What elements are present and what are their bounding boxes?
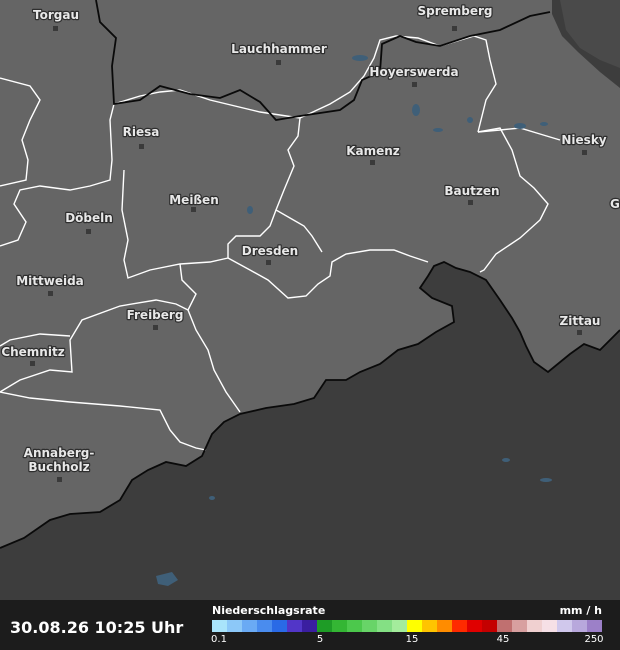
legend-tick-15: 15 (405, 634, 419, 645)
city-label-niesky: Niesky (561, 133, 606, 147)
legend-swatch (557, 620, 572, 632)
city-label-riesa: Riesa (123, 125, 160, 139)
legend-swatch (407, 620, 422, 632)
city-label-bautzen: Bautzen (444, 184, 499, 198)
city-label-zittau: Zittau (560, 314, 601, 328)
city-label-mittweida: Mittweida (16, 274, 84, 288)
legend-swatch (452, 620, 467, 632)
legend-swatch (362, 620, 377, 632)
legend-tick-5: 5 (316, 634, 324, 645)
city-label-chemnitz: Chemnitz (1, 345, 64, 359)
footer-bar: 30.08.26 10:25 Uhr Niederschlagsrate mm … (0, 600, 620, 650)
legend-tick-0-1: 0.1 (211, 634, 227, 645)
legend-swatch (257, 620, 272, 632)
legend-swatch (482, 620, 497, 632)
legend-swatch (512, 620, 527, 632)
city-label-goerlitz-partial: G (610, 197, 620, 211)
legend-swatch (527, 620, 542, 632)
city-label-lauchhammer: Lauchhammer (231, 42, 327, 56)
legend-swatch (392, 620, 407, 632)
legend-swatch (347, 620, 362, 632)
city-label-freiberg: Freiberg (127, 308, 184, 322)
city-label-dresden: Dresden (242, 244, 298, 258)
city-label-kamenz: Kamenz (346, 144, 400, 158)
legend-swatch (302, 620, 317, 632)
legend-color-scale (212, 620, 602, 632)
legend-swatch (212, 620, 227, 632)
legend-swatch (332, 620, 347, 632)
city-label-doebeln: Döbeln (65, 211, 113, 225)
city-label-spremberg: Spremberg (417, 4, 492, 18)
legend-swatch (227, 620, 242, 632)
precipitation-map: Torgau Spremberg Lauchhammer Hoyerswerda… (0, 0, 620, 600)
legend-swatch (467, 620, 482, 632)
city-label-hoyerswerda: Hoyerswerda (369, 65, 458, 79)
legend-swatch (287, 620, 302, 632)
city-label-annaberg: Annaberg- (24, 446, 95, 460)
legend-swatch (317, 620, 332, 632)
city-label-torgau: Torgau (33, 8, 79, 22)
legend-unit: mm / h (559, 604, 602, 617)
legend-swatch (437, 620, 452, 632)
legend-tick-250: 250 (584, 634, 604, 645)
legend-swatch (587, 620, 602, 632)
legend-swatch (542, 620, 557, 632)
legend-tick-45: 45 (496, 634, 510, 645)
legend-title: Niederschlagsrate (212, 604, 326, 617)
legend-swatch (497, 620, 512, 632)
legend-swatch (572, 620, 587, 632)
legend-swatch (422, 620, 437, 632)
city-label-meissen: Meißen (169, 193, 219, 207)
timestamp: 30.08.26 10:25 Uhr (10, 618, 184, 637)
city-label-buchholz: Buchholz (28, 460, 89, 474)
legend-swatch (242, 620, 257, 632)
legend-swatch (377, 620, 392, 632)
legend-swatch (272, 620, 287, 632)
